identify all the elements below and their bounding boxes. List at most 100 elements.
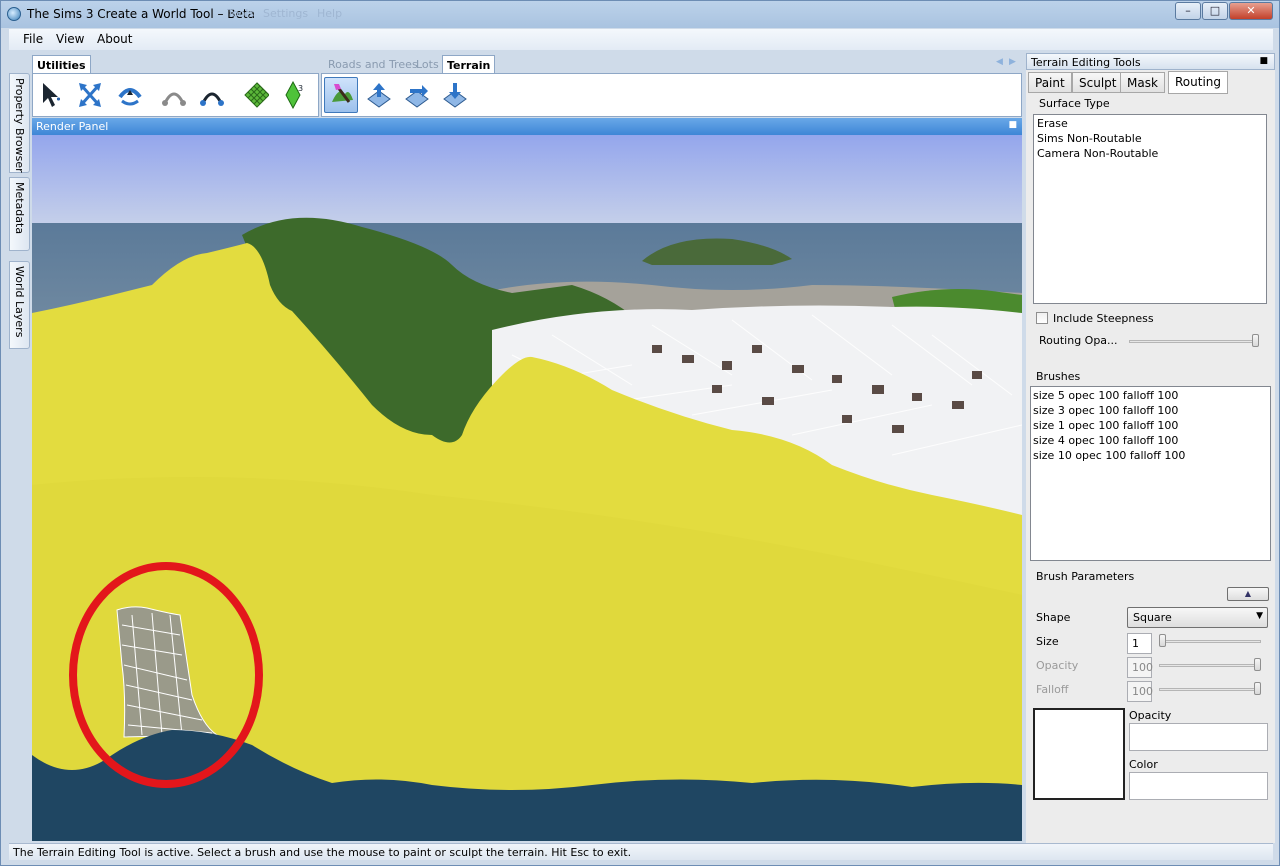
brush-item[interactable]: size 3 opec 100 falloff 100: [1033, 404, 1178, 417]
menu-about[interactable]: About: [97, 32, 132, 46]
pin-icon[interactable]: ■: [1008, 120, 1017, 130]
brush-item[interactable]: size 1 opec 100 falloff 100: [1033, 419, 1178, 432]
surface-type-item[interactable]: Erase: [1037, 117, 1068, 130]
routing-opacity-thumb[interactable]: [1252, 334, 1259, 347]
routing-opacity-slider[interactable]: [1129, 340, 1259, 343]
curve-tool-button[interactable]: [157, 77, 191, 113]
tab-scroll-left-icon[interactable]: ◀: [996, 57, 1003, 67]
opacity-label: Opacity: [1036, 659, 1079, 672]
chevron-down-icon: ▼: [1256, 611, 1263, 621]
move-tool-button[interactable]: [73, 77, 107, 113]
render-panel-header: Render Panel ■: [32, 118, 1022, 135]
tab-mask[interactable]: Mask: [1120, 72, 1165, 93]
falloff-slider-thumb: [1254, 682, 1261, 695]
shape-value: Square: [1133, 611, 1172, 624]
opacity-field[interactable]: [1129, 723, 1268, 751]
tab-routing[interactable]: Routing: [1168, 71, 1229, 94]
tab-utilities[interactable]: Utilities: [32, 55, 91, 74]
grid-tool-button[interactable]: [239, 77, 273, 113]
window-title: The Sims 3 Create a World Tool – Beta: [27, 7, 255, 21]
plumbob-icon: 3: [285, 81, 303, 109]
faint-menu-settings: Settings: [263, 7, 309, 20]
tab-metadata[interactable]: Metadata: [9, 177, 30, 251]
terrain-scene: [32, 135, 1022, 841]
brush-item[interactable]: size 5 opec 100 falloff 100: [1033, 389, 1178, 402]
maximize-button[interactable]: □: [1202, 2, 1228, 20]
size-input[interactable]: 1: [1127, 633, 1152, 654]
surface-type-item[interactable]: Camera Non-Routable: [1037, 147, 1158, 160]
tab-metadata-label: Metadata: [13, 182, 26, 235]
render-panel-title: Render Panel: [36, 120, 109, 133]
brushes-list[interactable]: size 5 opec 100 falloff 100 size 3 opec …: [1030, 386, 1271, 561]
tab-property-browser[interactable]: Property Browser: [9, 73, 30, 173]
tab-roads-and-trees[interactable]: Roads and Trees: [324, 55, 422, 74]
brushes-label: Brushes: [1036, 370, 1081, 383]
falloff-label: Falloff: [1036, 683, 1069, 696]
smooth-arrows-icon: [405, 85, 429, 108]
terrain-paint-tool-button[interactable]: [324, 77, 358, 113]
terrain-editing-tools-panel: Terrain Editing Tools ■ Paint Sculpt Mas…: [1026, 53, 1275, 843]
panel-pin-icon[interactable]: ■: [1259, 56, 1268, 66]
brush-item[interactable]: size 4 opec 100 falloff 100: [1033, 434, 1178, 447]
shape-dropdown[interactable]: Square ▼: [1127, 607, 1268, 628]
faint-menu-tools: Tools: [227, 7, 255, 20]
tab-sculpt[interactable]: Sculpt: [1072, 72, 1124, 93]
routing-opacity-label: Routing Opa...: [1039, 334, 1118, 347]
paint-brush-terrain-icon: [332, 84, 353, 103]
title-bar: The Sims 3 Create a World Tool – Beta To…: [1, 1, 1279, 28]
raise-arrow-icon: [367, 83, 391, 108]
color-field-label: Color: [1129, 758, 1158, 771]
terrain-grid-icon: [244, 82, 269, 108]
size-slider-thumb[interactable]: [1159, 634, 1166, 647]
size-label: Size: [1036, 635, 1059, 648]
rotate-tool-button[interactable]: [113, 77, 147, 113]
lower-arrow-icon: [443, 83, 467, 108]
brush-item[interactable]: size 10 opec 100 falloff 100: [1033, 449, 1185, 462]
tab-lots[interactable]: Lots: [412, 55, 443, 74]
menu-file[interactable]: File: [23, 32, 43, 46]
terrain-toolbar: [321, 73, 1022, 117]
collapse-up-icon[interactable]: ▲: [1227, 587, 1269, 601]
size-slider[interactable]: [1159, 640, 1261, 643]
faint-menu-help: Help: [317, 7, 343, 20]
sky: [32, 135, 1022, 230]
app-icon: [7, 7, 21, 21]
menu-view[interactable]: View: [56, 32, 84, 46]
falloff-input: 100: [1127, 681, 1153, 702]
side-tab-strip: Property Browser Metadata World Layers: [9, 53, 30, 843]
surface-type-list[interactable]: Erase Sims Non-Routable Camera Non-Routa…: [1033, 114, 1267, 304]
menu-bar: File View About: [9, 29, 1273, 50]
terrain-tools-title: Terrain Editing Tools: [1031, 56, 1141, 69]
tab-terrain[interactable]: Terrain: [442, 55, 496, 74]
curve-edit-tool-button[interactable]: [195, 77, 229, 113]
opacity-slider: [1159, 664, 1261, 667]
surface-type-item[interactable]: Sims Non-Routable: [1037, 132, 1142, 145]
curve-path-icon: [162, 92, 186, 106]
minimize-button[interactable]: –: [1175, 2, 1201, 20]
opacity-field-label: Opacity: [1129, 709, 1172, 722]
utilities-toolbar: 3: [32, 73, 319, 117]
curve-arrow-icon: [200, 92, 224, 106]
opacity-input: 100: [1127, 657, 1153, 678]
render-viewport[interactable]: [32, 135, 1022, 841]
status-text: The Terrain Editing Tool is active. Sele…: [13, 846, 632, 859]
tab-world-layers[interactable]: World Layers: [9, 261, 30, 349]
include-steepness-label: Include Steepness: [1053, 312, 1154, 325]
status-bar: The Terrain Editing Tool is active. Sele…: [9, 843, 1273, 860]
tab-paint[interactable]: Paint: [1028, 72, 1072, 93]
terrain-tools-header: Terrain Editing Tools ■: [1026, 53, 1275, 70]
tab-scroll-right-icon[interactable]: ▶: [1009, 57, 1016, 67]
color-field[interactable]: [1129, 772, 1268, 800]
brush-parameters-label: Brush Parameters: [1036, 570, 1135, 583]
lower-terrain-tool-button[interactable]: [438, 77, 472, 113]
select-tool-button[interactable]: [35, 77, 69, 113]
brush-preview: [1033, 708, 1125, 800]
raise-terrain-tool-button[interactable]: [362, 77, 396, 113]
smooth-terrain-tool-button[interactable]: [400, 77, 434, 113]
tab-property-browser-label: Property Browser: [13, 78, 26, 173]
include-steepness-checkbox[interactable]: [1036, 312, 1048, 324]
close-button[interactable]: ✕: [1229, 2, 1273, 20]
plumbob-tool-button[interactable]: 3: [277, 77, 311, 113]
surface-type-label: Surface Type: [1039, 97, 1110, 110]
arrow-pointer-icon: [43, 83, 60, 107]
